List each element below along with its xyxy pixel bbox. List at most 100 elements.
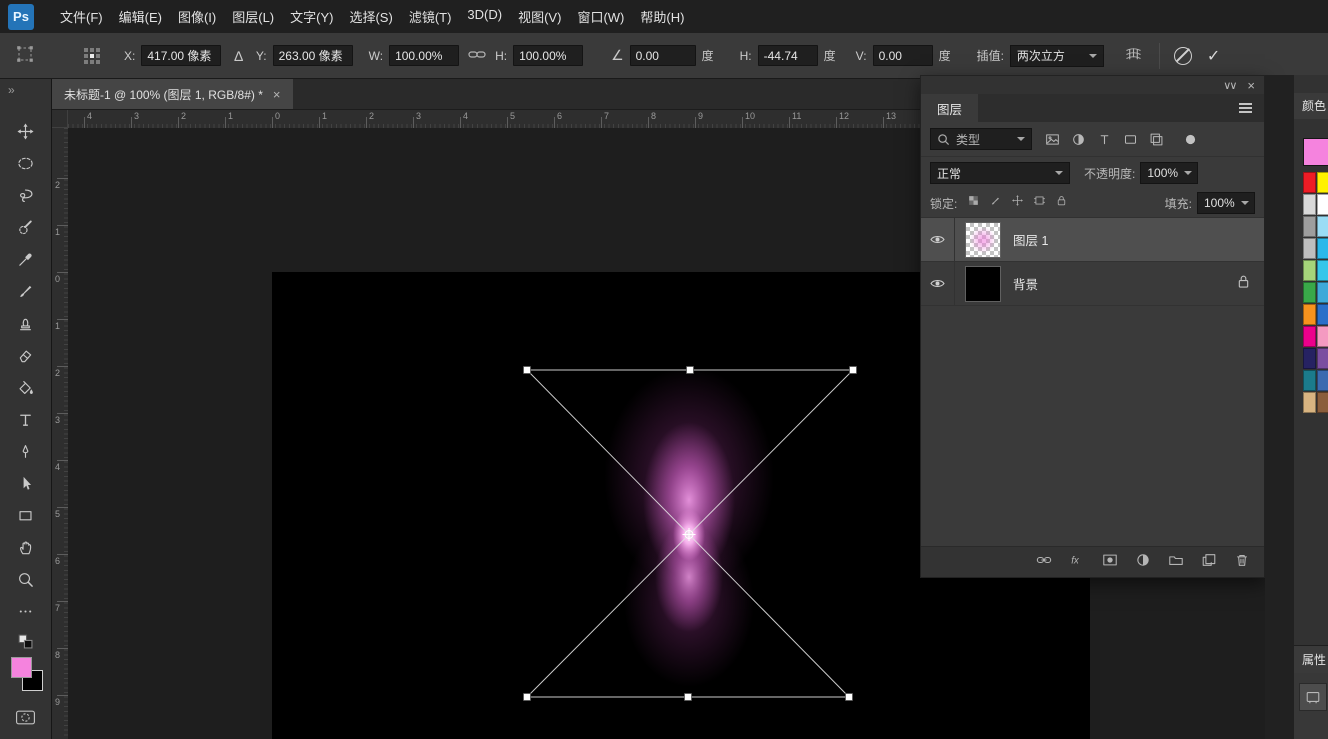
brush-tool[interactable] — [9, 275, 43, 307]
document-tab[interactable]: 未标题-1 @ 100% (图层 1, RGB/8#) * × — [52, 79, 293, 109]
visibility-toggle[interactable] — [921, 262, 955, 305]
adjustment-filter-icon[interactable] — [1066, 128, 1090, 150]
menu-item-图层(L)[interactable]: 图层(L) — [232, 7, 274, 26]
color-swatch[interactable] — [1303, 304, 1316, 325]
eraser-tool[interactable] — [9, 339, 43, 371]
type-tool[interactable] — [9, 403, 43, 435]
cancel-transform-icon[interactable] — [1174, 47, 1192, 65]
lock-artboard-icon[interactable] — [1033, 194, 1046, 212]
layer-name[interactable]: 背景 — [1013, 274, 1038, 293]
layer-name[interactable]: 图层 1 — [1013, 230, 1048, 249]
color-swatch[interactable] — [1303, 172, 1316, 193]
more-tools-tool[interactable] — [9, 595, 43, 627]
zoom-tool[interactable] — [9, 563, 43, 595]
elliptical-marquee-tool[interactable] — [9, 147, 43, 179]
color-swatch[interactable] — [1317, 282, 1328, 303]
move-tool[interactable] — [9, 115, 43, 147]
color-swatch[interactable] — [1303, 370, 1316, 391]
commit-transform-icon[interactable]: ✓ — [1207, 46, 1220, 66]
properties-thumbnail[interactable] — [1299, 683, 1327, 711]
x-input[interactable] — [141, 45, 221, 66]
shape-filter-icon[interactable] — [1118, 128, 1142, 150]
color-swatch[interactable] — [1317, 392, 1328, 413]
quick-mask-icon[interactable] — [9, 701, 43, 733]
toolbar-collapse-icon[interactable]: » — [8, 83, 15, 97]
color-swatch[interactable] — [1303, 260, 1316, 281]
color-swatch[interactable] — [1317, 172, 1328, 193]
color-swatch[interactable] — [1303, 282, 1316, 303]
panel-close-icon[interactable]: × — [1247, 78, 1255, 93]
menu-item-帮助(H)[interactable]: 帮助(H) — [640, 7, 684, 26]
menu-item-视图(V)[interactable]: 视图(V) — [518, 7, 561, 26]
layer-thumbnail[interactable] — [965, 222, 1001, 258]
blend-mode-select[interactable]: 正常 — [930, 162, 1070, 184]
hand-tool[interactable] — [9, 531, 43, 563]
color-swatch[interactable] — [1317, 260, 1328, 281]
add-layer-mask-icon[interactable] — [1102, 552, 1118, 573]
panel-menu-icon[interactable] — [1239, 107, 1252, 109]
tab-properties[interactable]: 属性 — [1294, 646, 1328, 674]
interpolation-select[interactable]: 两次立方 — [1010, 45, 1104, 67]
color-swatch[interactable] — [1303, 238, 1316, 259]
pen-tool[interactable] — [9, 435, 43, 467]
lock-position-icon[interactable] — [1011, 194, 1024, 212]
smart-object-filter-icon[interactable] — [1144, 128, 1168, 150]
quick-selection-tool[interactable] — [9, 211, 43, 243]
menu-item-图像(I)[interactable]: 图像(I) — [178, 7, 216, 26]
color-swatch[interactable] — [1317, 348, 1328, 369]
panel-collapse-icon[interactable]: ∨∨ — [1223, 79, 1235, 92]
clone-stamp-tool[interactable] — [9, 307, 43, 339]
rectangle-tool[interactable] — [9, 499, 43, 531]
new-layer-icon[interactable] — [1201, 552, 1217, 573]
layers-panel-titlebar[interactable]: ∨∨ × — [921, 76, 1264, 94]
color-swatch[interactable] — [1317, 304, 1328, 325]
hskew-input[interactable] — [758, 45, 818, 66]
fill-select[interactable]: 100% — [1197, 192, 1255, 214]
menu-item-编辑(E)[interactable]: 编辑(E) — [119, 7, 162, 26]
y-input[interactable] — [273, 45, 353, 66]
menu-item-窗口(W)[interactable]: 窗口(W) — [577, 7, 624, 26]
lock-transparent-icon[interactable] — [967, 194, 980, 212]
color-swatch[interactable] — [1317, 238, 1328, 259]
path-selection-tool[interactable] — [9, 467, 43, 499]
opacity-select[interactable]: 100% — [1140, 162, 1198, 184]
filter-toggle-icon[interactable] — [1178, 128, 1202, 150]
paint-bucket-tool[interactable] — [9, 371, 43, 403]
default-swatches-icon[interactable] — [9, 631, 43, 651]
color-swatch[interactable] — [1317, 326, 1328, 347]
color-swatch[interactable] — [1303, 216, 1316, 237]
color-swatch[interactable] — [1303, 348, 1316, 369]
menu-item-选择(S)[interactable]: 选择(S) — [349, 7, 392, 26]
delta-icon[interactable]: ∆ — [234, 48, 243, 64]
filter-type-select[interactable]: 类型 — [930, 128, 1032, 150]
visibility-toggle[interactable] — [921, 218, 955, 261]
new-group-icon[interactable] — [1168, 552, 1184, 573]
lock-all-icon[interactable] — [1055, 194, 1068, 212]
menu-item-滤镜(T)[interactable]: 滤镜(T) — [409, 7, 452, 26]
close-icon[interactable]: × — [273, 87, 281, 102]
lasso-tool[interactable] — [9, 179, 43, 211]
color-swatch[interactable] — [1317, 216, 1328, 237]
vskew-input[interactable] — [873, 45, 933, 66]
lock-image-icon[interactable] — [989, 194, 1002, 212]
tab-layers[interactable]: 图层 — [921, 94, 978, 122]
pixel-filter-icon[interactable] — [1040, 128, 1064, 150]
color-swatch[interactable] — [1317, 194, 1328, 215]
angle-input[interactable] — [630, 45, 696, 66]
link-layers-icon[interactable] — [1036, 552, 1052, 573]
color-swatch[interactable] — [1303, 392, 1316, 413]
link-wh-icon[interactable] — [468, 49, 486, 63]
color-swatch[interactable] — [1303, 194, 1316, 215]
tab-color[interactable]: 颜色 — [1294, 93, 1328, 119]
reference-point-locator[interactable] — [84, 48, 100, 64]
menu-item-文字(Y)[interactable]: 文字(Y) — [290, 7, 333, 26]
color-swatch[interactable] — [1317, 370, 1328, 391]
type-filter-icon[interactable] — [1092, 128, 1116, 150]
current-color-swatch[interactable] — [1303, 138, 1328, 166]
layer-row-1[interactable]: 图层 1 — [921, 218, 1264, 262]
layer-style-fx-icon[interactable]: fx — [1069, 552, 1085, 573]
layer-thumbnail[interactable] — [965, 266, 1001, 302]
warp-mode-icon[interactable] — [1124, 46, 1143, 65]
w-input[interactable] — [389, 45, 459, 66]
eyedropper-tool[interactable] — [9, 243, 43, 275]
